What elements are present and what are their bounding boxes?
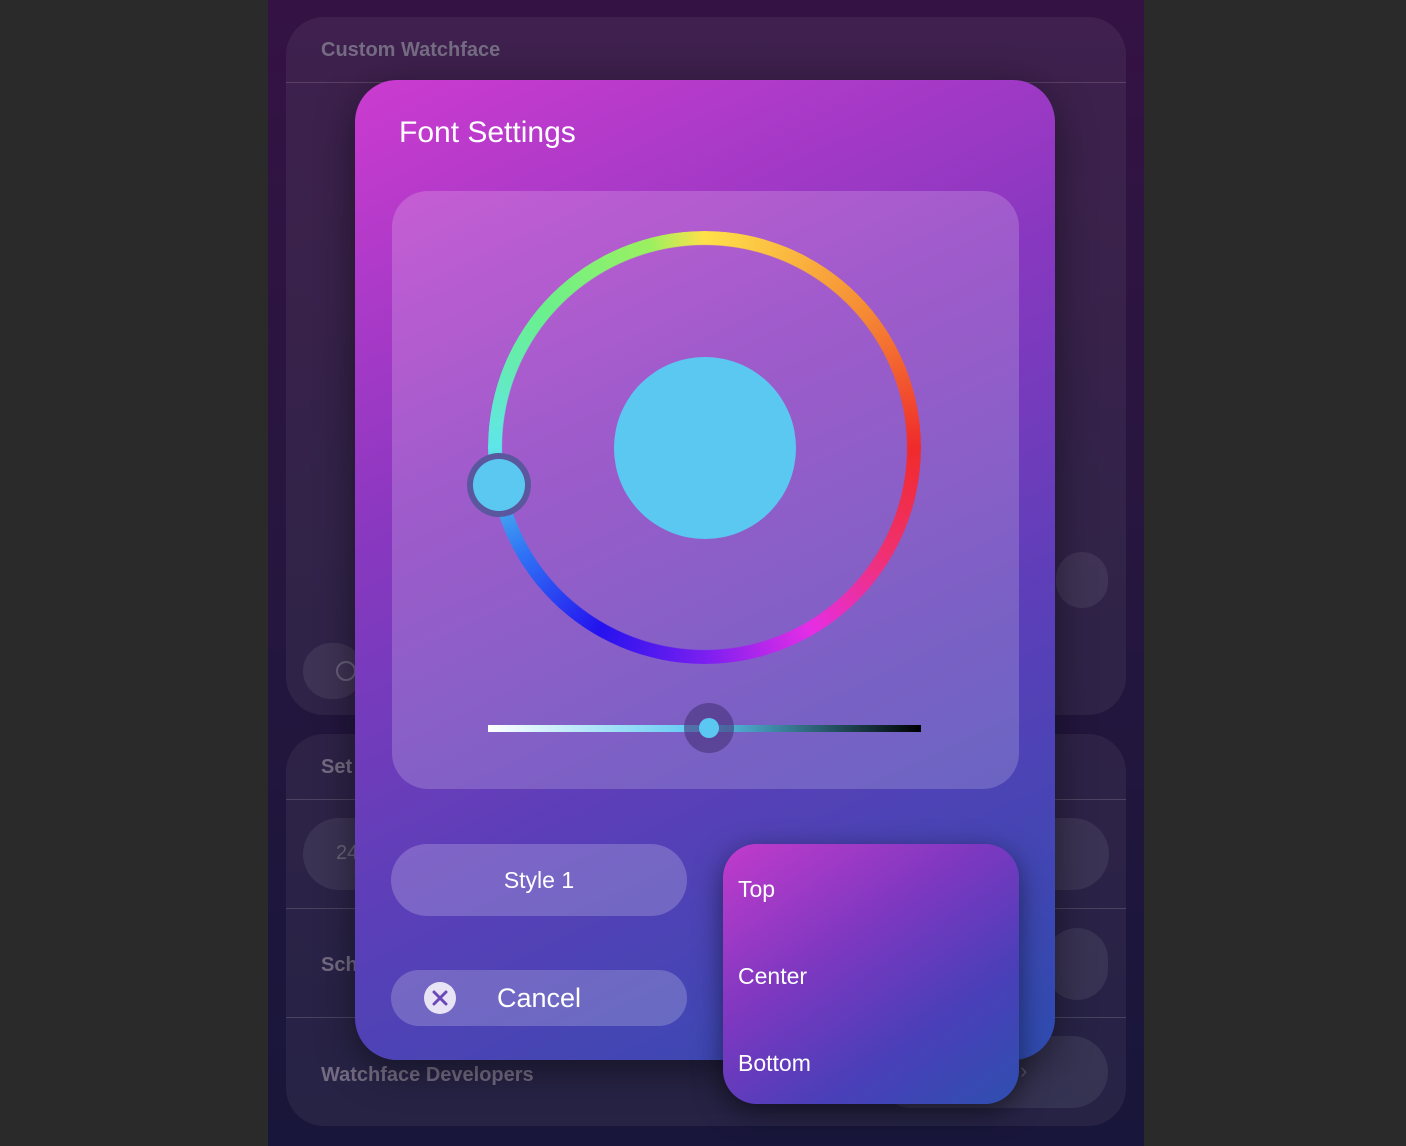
dialog-title: Font Settings xyxy=(399,116,576,149)
hue-ring-handle[interactable] xyxy=(467,453,531,517)
dropdown-option-top[interactable]: Top xyxy=(738,869,775,909)
dropdown-option-bottom[interactable]: Bottom xyxy=(738,1043,811,1083)
cancel-button[interactable]: Cancel xyxy=(391,970,687,1026)
close-circle-icon xyxy=(424,982,456,1014)
color-picker-panel xyxy=(392,191,1019,789)
position-dropdown-menu: Top Center Bottom xyxy=(723,844,1019,1104)
style-button[interactable]: Style 1 xyxy=(391,844,687,916)
dropdown-option-center[interactable]: Center xyxy=(738,956,807,996)
slider-thumb-dot xyxy=(698,718,719,738)
brightness-slider-thumb[interactable] xyxy=(683,703,734,753)
cancel-label: Cancel xyxy=(497,983,582,1013)
color-preview-swatch xyxy=(614,357,796,539)
